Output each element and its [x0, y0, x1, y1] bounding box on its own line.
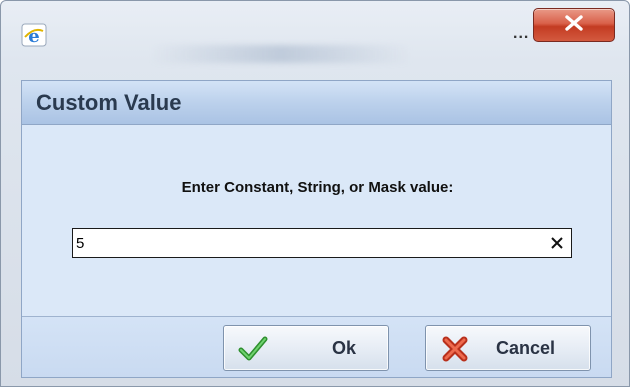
internet-explorer-icon: e	[21, 23, 47, 47]
dialog-footer: Ok Cancel	[22, 316, 611, 377]
blurred-title-text	[151, 45, 411, 63]
ok-button[interactable]: Ok	[223, 325, 389, 371]
clear-icon[interactable]	[549, 235, 565, 251]
dialog-window: e ... Custom Value Enter Constant, Strin…	[0, 0, 630, 387]
cancel-label: Cancel	[496, 337, 556, 358]
value-input[interactable]	[76, 233, 536, 253]
close-icon	[563, 14, 585, 37]
title-ellipsis: ...	[513, 25, 530, 42]
prompt-label: Enter Constant, String, or Mask value:	[181, 179, 454, 196]
cancel-button[interactable]: Cancel	[425, 325, 591, 371]
dialog-title: Custom Value	[36, 89, 182, 115]
ok-label: Ok	[332, 337, 357, 358]
value-field[interactable]	[72, 228, 572, 258]
dialog-header: Custom Value	[22, 81, 611, 125]
checkmark-icon	[238, 335, 268, 363]
close-button[interactable]	[533, 8, 615, 42]
title-bar[interactable]: e ...	[1, 1, 629, 67]
x-mark-icon	[440, 335, 470, 363]
custom-value-dialog: Custom Value Enter Constant, String, or …	[21, 80, 612, 378]
